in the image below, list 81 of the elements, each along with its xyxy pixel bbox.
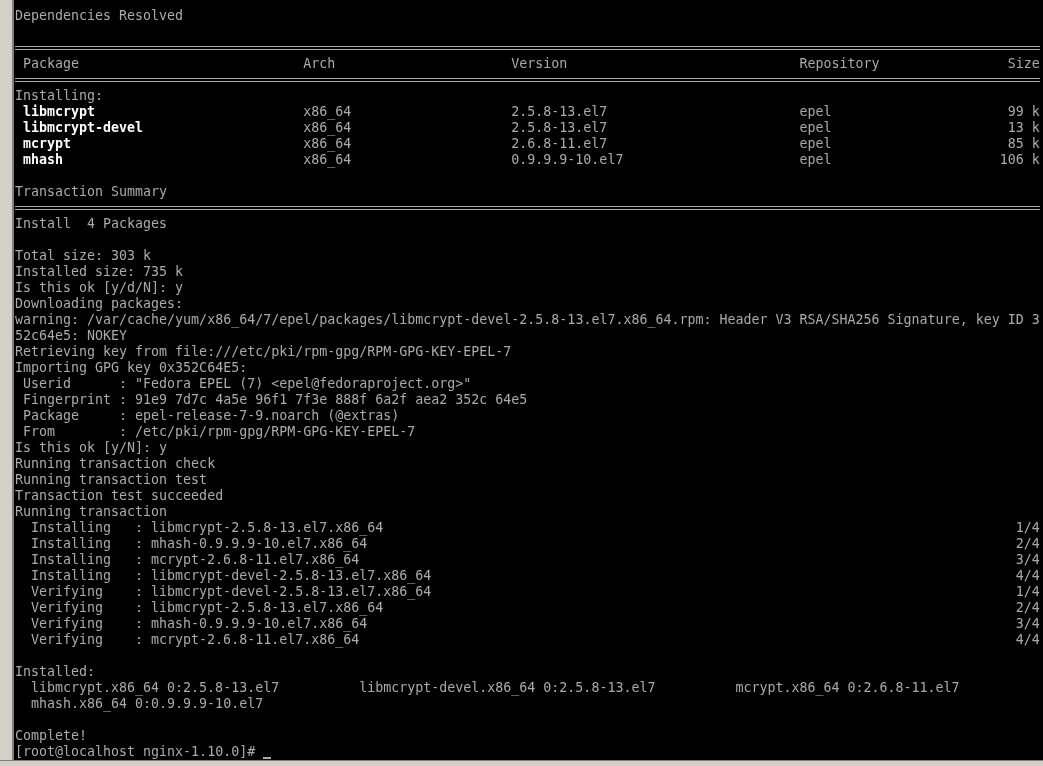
output-line: Is this ok [y/N]: y [15, 440, 168, 456]
repository: epel [799, 104, 832, 119]
version: 2.6.8-11.el7 [511, 136, 608, 151]
output-line: Running transaction check [15, 456, 216, 472]
step-package: : mhash-0.9.9.9-10.el7.x86_64 [135, 536, 368, 551]
output-line: Dependencies Resolved [15, 8, 184, 24]
repository: epel [799, 152, 832, 167]
field-label: From [23, 424, 56, 439]
size: 85 k [1007, 136, 1040, 151]
field-label: Package [23, 408, 80, 423]
output-line: Install 4 Packages [15, 216, 168, 232]
field-label: Userid [23, 376, 72, 391]
field-value: : "Fedora EPEL (7) <epel@fedoraproject.org>" [119, 376, 472, 391]
step-count: 4/4 [1015, 632, 1040, 647]
column-header: Repository [799, 56, 880, 71]
output-line: Downloading packages: [15, 296, 184, 312]
field-value: : 91e9 7d7c 4a5e 96f1 7f3e 888f 6a2f aea2 352c 64e5 [119, 392, 528, 407]
output-line: Importing GPG key 0x352C64E5: [15, 360, 248, 376]
step-count: 1/4 [1015, 584, 1040, 599]
package-name: mcrypt [23, 136, 72, 151]
step-package: : mhash-0.9.9.9-10.el7.x86_64 [135, 616, 368, 631]
installed-package: libmcrypt.x86_64 0:2.5.8-13.el7 [31, 680, 280, 695]
column-header: Package [23, 56, 80, 71]
output-line: Installing: [15, 88, 104, 104]
output-line: warning: /var/cache/yum/x86_64/7/epel/packages/libmcrypt-devel-2.5.8-13.el7.x86_64.rpm: Header V3 RSA/SHA256 Signature, key ID 3 [15, 312, 1040, 328]
output-line: Installed: [15, 664, 96, 680]
step-action: Verifying [31, 584, 104, 599]
arch: x86_64 [303, 136, 352, 151]
version: 2.5.8-13.el7 [511, 104, 608, 119]
step-package: : mcrypt-2.6.8-11.el7.x86_64 [135, 632, 360, 647]
shell-prompt: [root@localhost nginx-1.10.0]# [15, 744, 256, 760]
output-line: Retrieving key from file:///etc/pki/rpm-gpg/RPM-GPG-KEY-EPEL-7 [15, 344, 512, 360]
arch: x86_64 [303, 120, 352, 135]
step-count: 2/4 [1015, 536, 1040, 551]
output-line: Transaction test succeeded [15, 488, 224, 504]
version: 2.5.8-13.el7 [511, 120, 608, 135]
size: 13 k [1007, 120, 1040, 135]
step-action: Installing [31, 536, 112, 551]
step-package: : libmcrypt-2.5.8-13.el7.x86_64 [135, 600, 384, 615]
step-action: Verifying [31, 616, 104, 631]
arch: x86_64 [303, 152, 352, 167]
size: 106 k [999, 152, 1040, 167]
step-package: : libmcrypt-2.5.8-13.el7.x86_64 [135, 520, 384, 535]
step-action: Verifying [31, 632, 104, 647]
output-line: Installed size: 735 k [15, 264, 184, 280]
column-header: Size [1007, 56, 1040, 71]
column-header: Version [511, 56, 568, 71]
step-action: Installing [31, 552, 112, 567]
size: 99 k [1007, 104, 1040, 119]
output-line: 52c64e5: NOKEY [15, 328, 128, 344]
package-name: mhash [23, 152, 64, 167]
installed-package: mhash.x86_64 0:0.9.9.9-10.el7 [31, 696, 264, 711]
step-action: Installing [31, 520, 112, 535]
repository: epel [799, 136, 832, 151]
field-value: : epel-release-7-9.noarch (@extras) [119, 408, 400, 423]
step-package: : mcrypt-2.6.8-11.el7.x86_64 [135, 552, 360, 567]
step-package: : libmcrypt-devel-2.5.8-13.el7.x86_64 [135, 568, 432, 583]
output-line: Is this ok [y/d/N]: y [15, 280, 184, 296]
package-name: libmcrypt-devel [23, 120, 144, 135]
column-header: Arch [303, 56, 336, 71]
repository: epel [799, 120, 832, 135]
field-value: : /etc/pki/rpm-gpg/RPM-GPG-KEY-EPEL-7 [119, 424, 416, 439]
step-count: 3/4 [1015, 616, 1040, 631]
step-action: Installing [31, 568, 112, 583]
output-line: Running transaction test [15, 472, 208, 488]
installed-package: libmcrypt-devel.x86_64 0:2.5.8-13.el7 [359, 680, 656, 695]
step-count: 4/4 [1015, 568, 1040, 583]
field-label: Fingerprint [23, 392, 112, 407]
installed-package: mcrypt.x86_64 0:2.6.8-11.el7 [735, 680, 960, 695]
step-count: 1/4 [1015, 520, 1040, 535]
package-name: libmcrypt [23, 104, 96, 119]
output-line: Total size: 303 k [15, 248, 152, 264]
step-package: : libmcrypt-devel-2.5.8-13.el7.x86_64 [135, 584, 432, 599]
version: 0.9.9.9-10.el7 [511, 152, 624, 167]
arch: x86_64 [303, 104, 352, 119]
step-action: Verifying [31, 600, 104, 615]
output-line: Complete! [15, 728, 88, 744]
output-line: Transaction Summary [15, 184, 168, 200]
step-count: 2/4 [1015, 600, 1040, 615]
step-count: 3/4 [1015, 552, 1040, 567]
output-line: Running transaction [15, 504, 168, 520]
